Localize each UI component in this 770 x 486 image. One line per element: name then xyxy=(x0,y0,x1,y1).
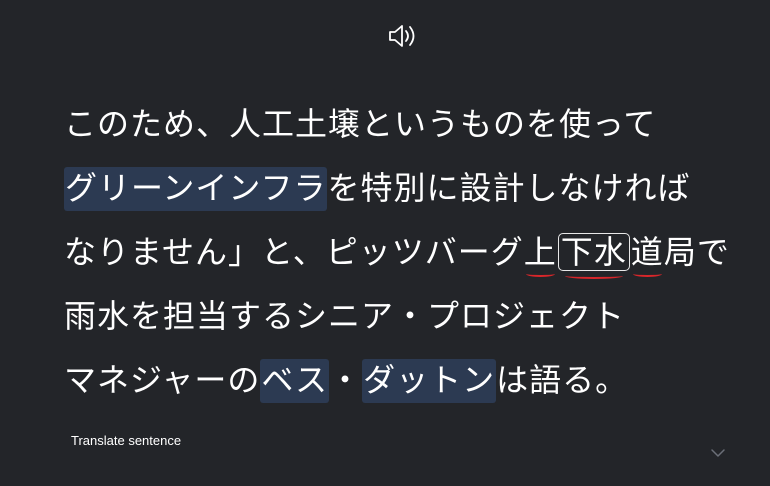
sentence-text: 局で xyxy=(663,233,730,271)
sentence-text: このため、人工土壌というものを使って xyxy=(64,105,657,143)
sentence-line: グリーンインフラを特別に設計しなければ xyxy=(64,156,744,220)
chevron-down-icon[interactable] xyxy=(710,444,726,457)
japanese-sentence: このため、人工土壌というものを使って グリーンインフラを特別に設計しなければ なりま… xyxy=(64,92,744,412)
underlined-word[interactable]: 上 xyxy=(524,232,557,277)
reader-panel: このため、人工土壌というものを使って グリーンインフラを特別に設計しなければ なりま… xyxy=(0,0,770,486)
underlined-word[interactable]: 道 xyxy=(631,232,664,277)
highlighted-word[interactable]: ダットン xyxy=(362,359,497,403)
sentence-line: このため、人工土壌というものを使って xyxy=(64,92,744,156)
speaker-icon[interactable] xyxy=(387,22,421,50)
sentence-text: マネジャーの xyxy=(64,361,261,399)
sentence-text: を特別に設計しなければ xyxy=(327,169,691,207)
sentence-text: ・ xyxy=(329,361,363,399)
selected-word[interactable]: 下水 xyxy=(557,233,630,279)
sentence-text: 雨水を担当するシニア・プロジェクト xyxy=(64,297,626,335)
sentence-line: マネジャーのベス・ダットンは語る。 xyxy=(64,348,744,412)
sentence-text: なりません」と、ピッツバーグ xyxy=(64,233,524,271)
sentence-text: は語る。 xyxy=(496,361,629,399)
translate-sentence-link[interactable]: Translate sentence xyxy=(71,433,181,448)
highlighted-word[interactable]: グリーンインフラ xyxy=(64,167,328,211)
sentence-line: 雨水を担当するシニア・プロジェクト xyxy=(64,284,744,348)
sentence-line: なりません」と、ピッツバーグ上 下水 道局で xyxy=(64,220,744,284)
highlighted-word[interactable]: ベス xyxy=(260,359,330,403)
